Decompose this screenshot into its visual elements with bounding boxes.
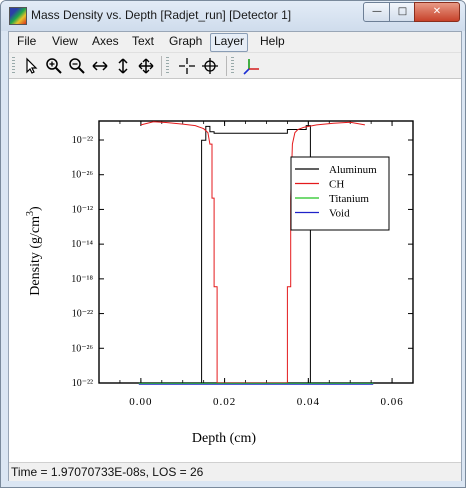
toolbar-separator (161, 56, 162, 76)
close-button[interactable]: ✕ (414, 2, 460, 22)
menu-graph[interactable]: Graph (166, 33, 205, 50)
legend: Aluminum CH Titanium Void (290, 156, 390, 231)
y-tick-label: 10⁻²⁶ (71, 343, 93, 354)
menu-text[interactable]: Text (129, 33, 157, 50)
title-bar[interactable]: Mass Density vs. Depth [Radjet_run] [Det… (1, 1, 465, 31)
pan-horizontal-icon[interactable] (90, 56, 110, 76)
window-title: Mass Density vs. Depth [Radjet_run] [Det… (31, 8, 292, 22)
x-tick-label: 0.06 (380, 396, 403, 408)
x-tick-label: 0.00 (129, 396, 152, 408)
plot-canvas[interactable]: 10⁻²² 10⁻²⁶ 10⁻¹² 10⁻¹⁴ 10⁻¹⁸ 10⁻²² 10⁻²⁶ 10⁻²²… (9, 78, 461, 463)
x-axis-label: Depth (cm) (192, 431, 256, 446)
maximize-button[interactable]: □ (389, 2, 416, 22)
status-bar: Time = 1.97070733E-08s, LOS = 26 (9, 462, 461, 481)
y-tick-label: 10⁻¹⁸ (71, 274, 93, 285)
legend-label: Aluminum (329, 164, 377, 176)
menu-bar: File View Axes Text Graph Layer Help (9, 32, 461, 52)
app-window: Mass Density vs. Depth [Radjet_run] [Det… (0, 0, 466, 488)
client-area: File View Axes Text Graph Layer Help 10⁻… (8, 31, 462, 481)
toolbar-grip[interactable] (166, 57, 169, 75)
toolbar (9, 52, 461, 79)
toolbar-separator (226, 56, 227, 76)
status-text: Time = 1.97070733E-08s, LOS = 26 (11, 465, 204, 479)
legend-label: Void (329, 208, 350, 220)
y-tick-label: 10⁻²⁶ (71, 170, 93, 181)
y-tick-label: 10⁻¹⁴ (71, 239, 93, 250)
zoom-in-icon[interactable] (44, 56, 64, 76)
y-tick-label: 10⁻²² (72, 309, 93, 320)
crosshair-circle-icon[interactable] (200, 56, 220, 76)
menu-view[interactable]: View (49, 33, 81, 50)
y-axis-label: Density (g/cm3) (25, 206, 43, 296)
density-chart: 10⁻²² 10⁻²⁶ 10⁻¹² 10⁻¹⁴ 10⁻¹⁸ 10⁻²² 10⁻²⁶ 10⁻²²… (25, 120, 414, 446)
zoom-out-icon[interactable] (67, 56, 87, 76)
menu-layer[interactable]: Layer (210, 33, 249, 52)
menu-axes[interactable]: Axes (89, 33, 122, 50)
menu-file[interactable]: File (14, 33, 39, 50)
axes-icon[interactable] (242, 56, 262, 76)
x-tick-label: 0.04 (297, 396, 320, 408)
pan-all-icon[interactable] (136, 56, 156, 76)
y-tick-label: 10⁻²² (72, 135, 93, 146)
toolbar-grip[interactable] (12, 57, 15, 75)
minimize-button[interactable]: — (363, 2, 391, 22)
toolbar-grip[interactable] (231, 57, 234, 75)
menu-help[interactable]: Help (257, 33, 288, 50)
y-tick-label: 10⁻²² (72, 378, 93, 389)
pointer-icon[interactable] (21, 56, 41, 76)
pan-vertical-icon[interactable] (113, 56, 133, 76)
x-tick-label: 0.02 (213, 396, 236, 408)
legend-label: CH (329, 179, 344, 191)
app-icon (9, 7, 27, 25)
y-tick-label: 10⁻¹² (72, 204, 93, 215)
legend-label: Titanium (329, 193, 369, 205)
crosshair-icon[interactable] (177, 56, 197, 76)
